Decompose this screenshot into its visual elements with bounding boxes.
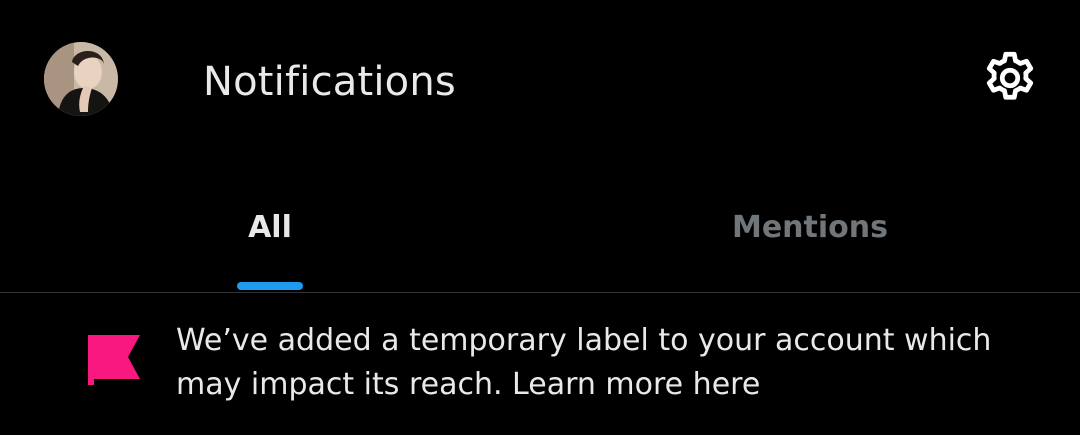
tab-mentions[interactable]: Mentions — [540, 190, 1080, 292]
tab-bar: All Mentions — [0, 190, 1080, 292]
active-tab-indicator — [237, 282, 303, 290]
flag-icon — [88, 335, 140, 385]
settings-button[interactable] — [976, 44, 1044, 112]
profile-photo-image — [44, 42, 118, 116]
avatar[interactable] — [44, 42, 118, 116]
account-label-notice[interactable]: We’ve added a temporary label to your ac… — [0, 293, 1080, 435]
tab-all-label: All — [248, 210, 292, 245]
gear-icon — [986, 51, 1034, 100]
top-bar: Notifications — [0, 0, 1080, 160]
tab-mentions-label: Mentions — [731, 210, 888, 245]
learn-more-link[interactable]: Learn more here — [512, 367, 760, 402]
notice-text: We’ve added a temporary label to your ac… — [176, 319, 1056, 407]
tab-all[interactable]: All — [0, 190, 540, 292]
page-title: Notifications — [203, 59, 456, 105]
